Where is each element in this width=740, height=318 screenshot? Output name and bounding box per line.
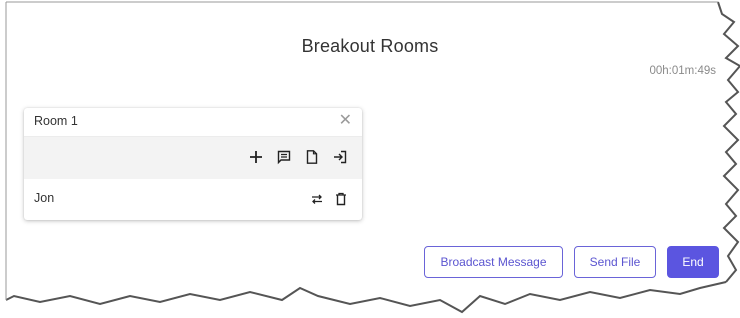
send-file-button[interactable]: Send File xyxy=(574,246,656,278)
member-name: Jon xyxy=(34,191,55,205)
chat-icon[interactable] xyxy=(276,149,292,165)
room-card: Room 1 ✕ Jon xyxy=(24,108,362,220)
join-icon[interactable] xyxy=(332,149,348,165)
move-icon[interactable] xyxy=(310,192,324,206)
file-icon[interactable] xyxy=(304,149,320,165)
page-title: Breakout Rooms xyxy=(301,36,439,56)
add-icon[interactable] xyxy=(248,149,264,165)
end-button[interactable]: End xyxy=(667,246,719,278)
room-header: Room 1 ✕ xyxy=(24,108,362,137)
dialog-window: Breakout Rooms 00h:01m:49s Room 1 ✕ Jon … xyxy=(0,0,740,318)
room-toolbar xyxy=(24,137,362,179)
delete-icon[interactable] xyxy=(334,192,348,206)
broadcast-message-button[interactable]: Broadcast Message xyxy=(424,246,563,278)
close-icon[interactable]: ✕ xyxy=(339,113,352,129)
session-timer: 00h:01m:49s xyxy=(649,65,717,77)
member-row: Jon xyxy=(24,182,362,218)
room-name: Room 1 xyxy=(34,114,78,128)
